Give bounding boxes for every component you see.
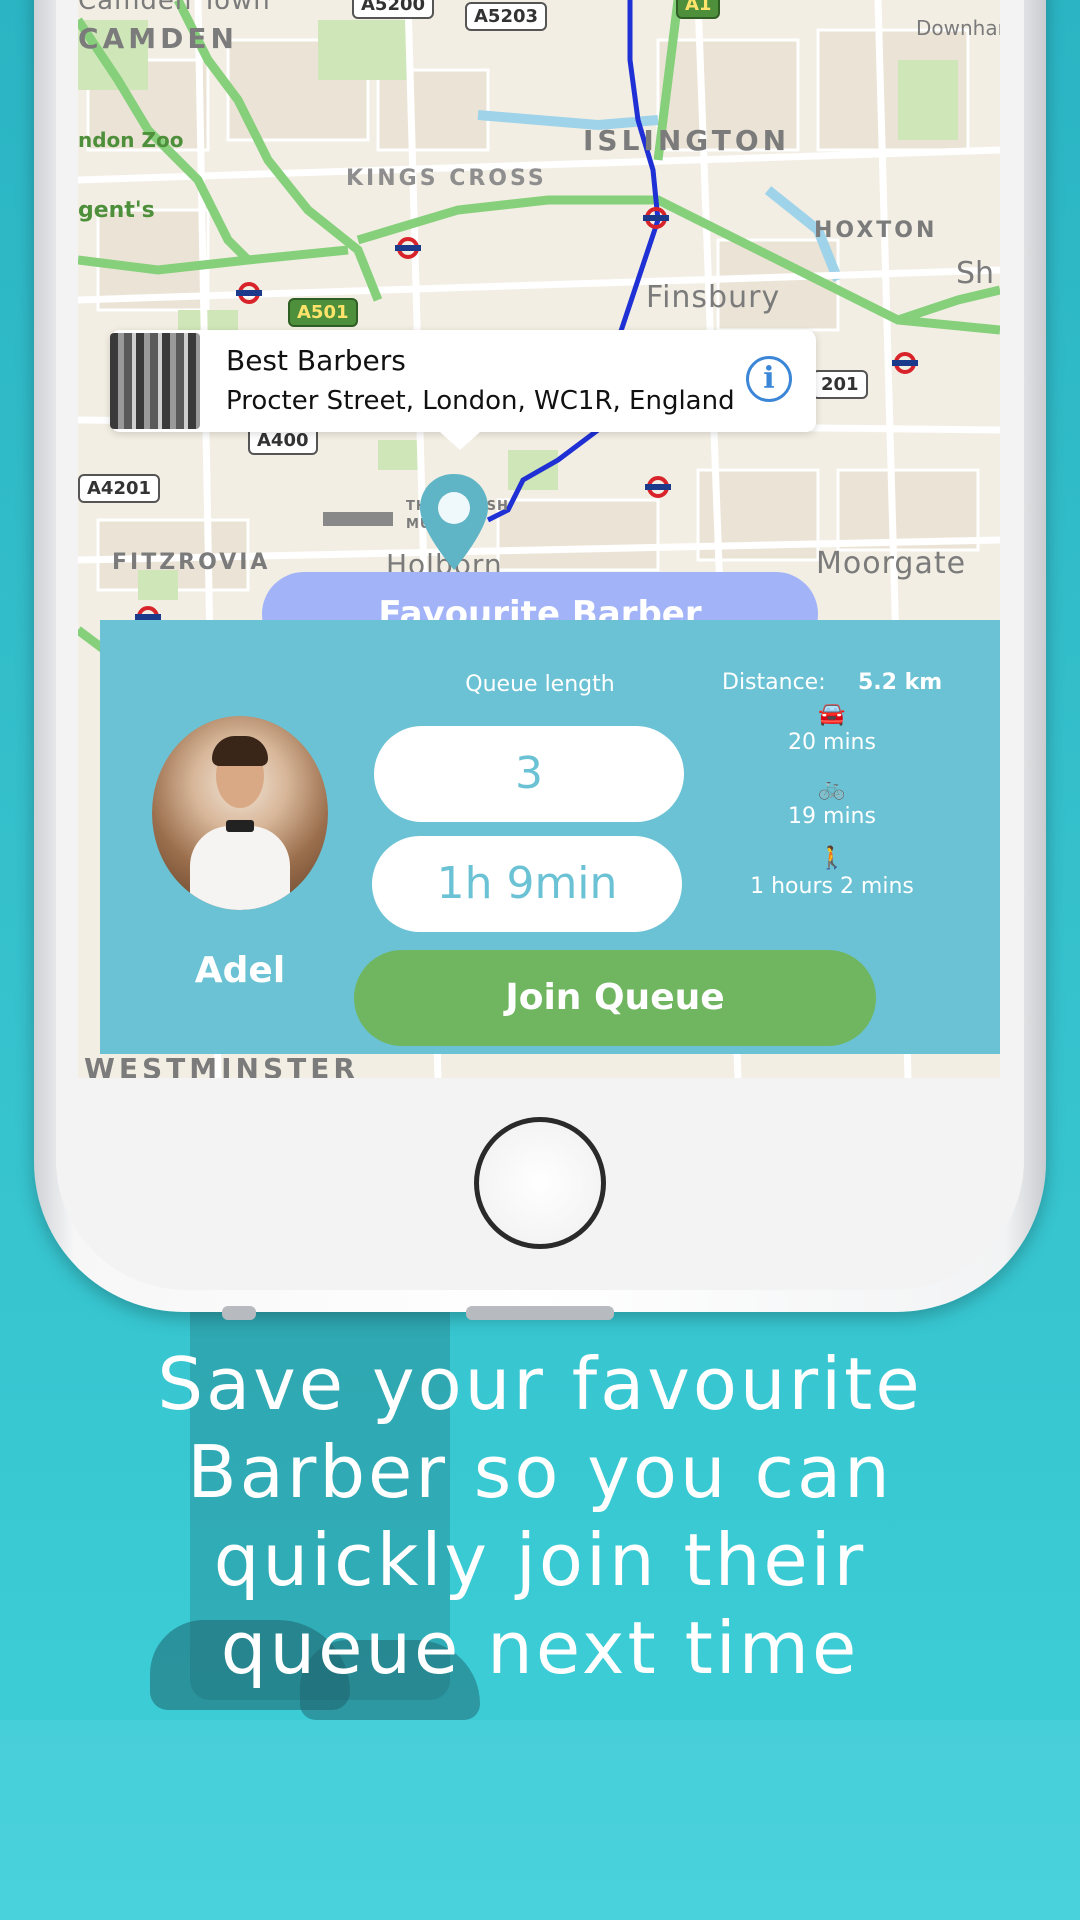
- home-button[interactable]: [474, 1117, 606, 1249]
- map-label: WESTMINSTER: [84, 1052, 359, 1078]
- wait-time: 1h 9min: [372, 836, 682, 932]
- barber-name: Adel: [194, 950, 286, 991]
- barber-avatar[interactable]: [152, 716, 328, 910]
- road-badge: A5203: [465, 2, 548, 31]
- travel-time-walk: 1 hours 2 mins: [750, 874, 914, 899]
- road-badge: A5200: [352, 0, 435, 19]
- caption-line: quickly join their: [213, 1518, 867, 1602]
- phone-side-button: [466, 1306, 614, 1320]
- travel-time-bicycle: 19 mins: [788, 804, 876, 829]
- promo-caption: Save your favourite Barber so you can qu…: [60, 1340, 1020, 1692]
- queue-count: 3: [374, 726, 684, 822]
- callout-title: Best Barbers: [226, 344, 406, 377]
- join-queue-button[interactable]: Join Queue: [354, 950, 876, 1046]
- map-label: Downhar: [916, 16, 1000, 40]
- info-icon[interactable]: i: [746, 356, 792, 402]
- queue-length-label: Queue length: [465, 672, 615, 697]
- barber-callout[interactable]: Best Barbers Procter Street, London, WC1…: [110, 330, 816, 450]
- distance-value: 5.2 km: [858, 670, 943, 695]
- location-pin-icon[interactable]: [418, 472, 490, 572]
- map-label: CAMDEN: [78, 22, 238, 55]
- background-photo-floor: [0, 1720, 1080, 1920]
- map-label: Finsbury: [646, 280, 781, 315]
- road-badge: A1: [676, 0, 721, 19]
- map-label: Sh: [956, 256, 995, 291]
- map-label: ISLINGTON: [583, 124, 791, 157]
- map-label: KINGS CROSS: [346, 166, 547, 191]
- map-label: ndon Zoo: [78, 128, 184, 152]
- road-badge: 201: [812, 370, 868, 399]
- road-badge: A501: [288, 298, 358, 327]
- map-label: FITZROVIA: [112, 550, 271, 575]
- caption-line: queue next time: [220, 1606, 860, 1690]
- map-label: Moorgate: [816, 546, 967, 581]
- caption-line: Barber so you can: [187, 1430, 893, 1514]
- walk-icon: 🚶: [818, 846, 846, 871]
- map-label: gent's: [78, 198, 155, 223]
- map-label: HOXTON: [814, 218, 938, 243]
- callout-address: Procter Street, London, WC1R, England: [226, 386, 735, 416]
- travel-time-car: 20 mins: [788, 730, 876, 755]
- car-icon: 🚘: [818, 702, 846, 727]
- app-screen: Camden Town CAMDEN ndon Zoo gent's ISLIN…: [78, 0, 1000, 1078]
- favourite-barber-panel: Adel Queue length 3 1h 9min Distance: 5.…: [100, 620, 1000, 1054]
- distance-label: Distance:: [722, 670, 826, 695]
- phone-side-button: [222, 1306, 256, 1320]
- map-label: Camden Town: [78, 0, 271, 16]
- bicycle-icon: 🚲: [818, 776, 846, 801]
- road-badge: A4201: [78, 474, 161, 503]
- barber-shop-thumbnail: [110, 333, 200, 429]
- caption-line: Save your favourite: [157, 1342, 923, 1426]
